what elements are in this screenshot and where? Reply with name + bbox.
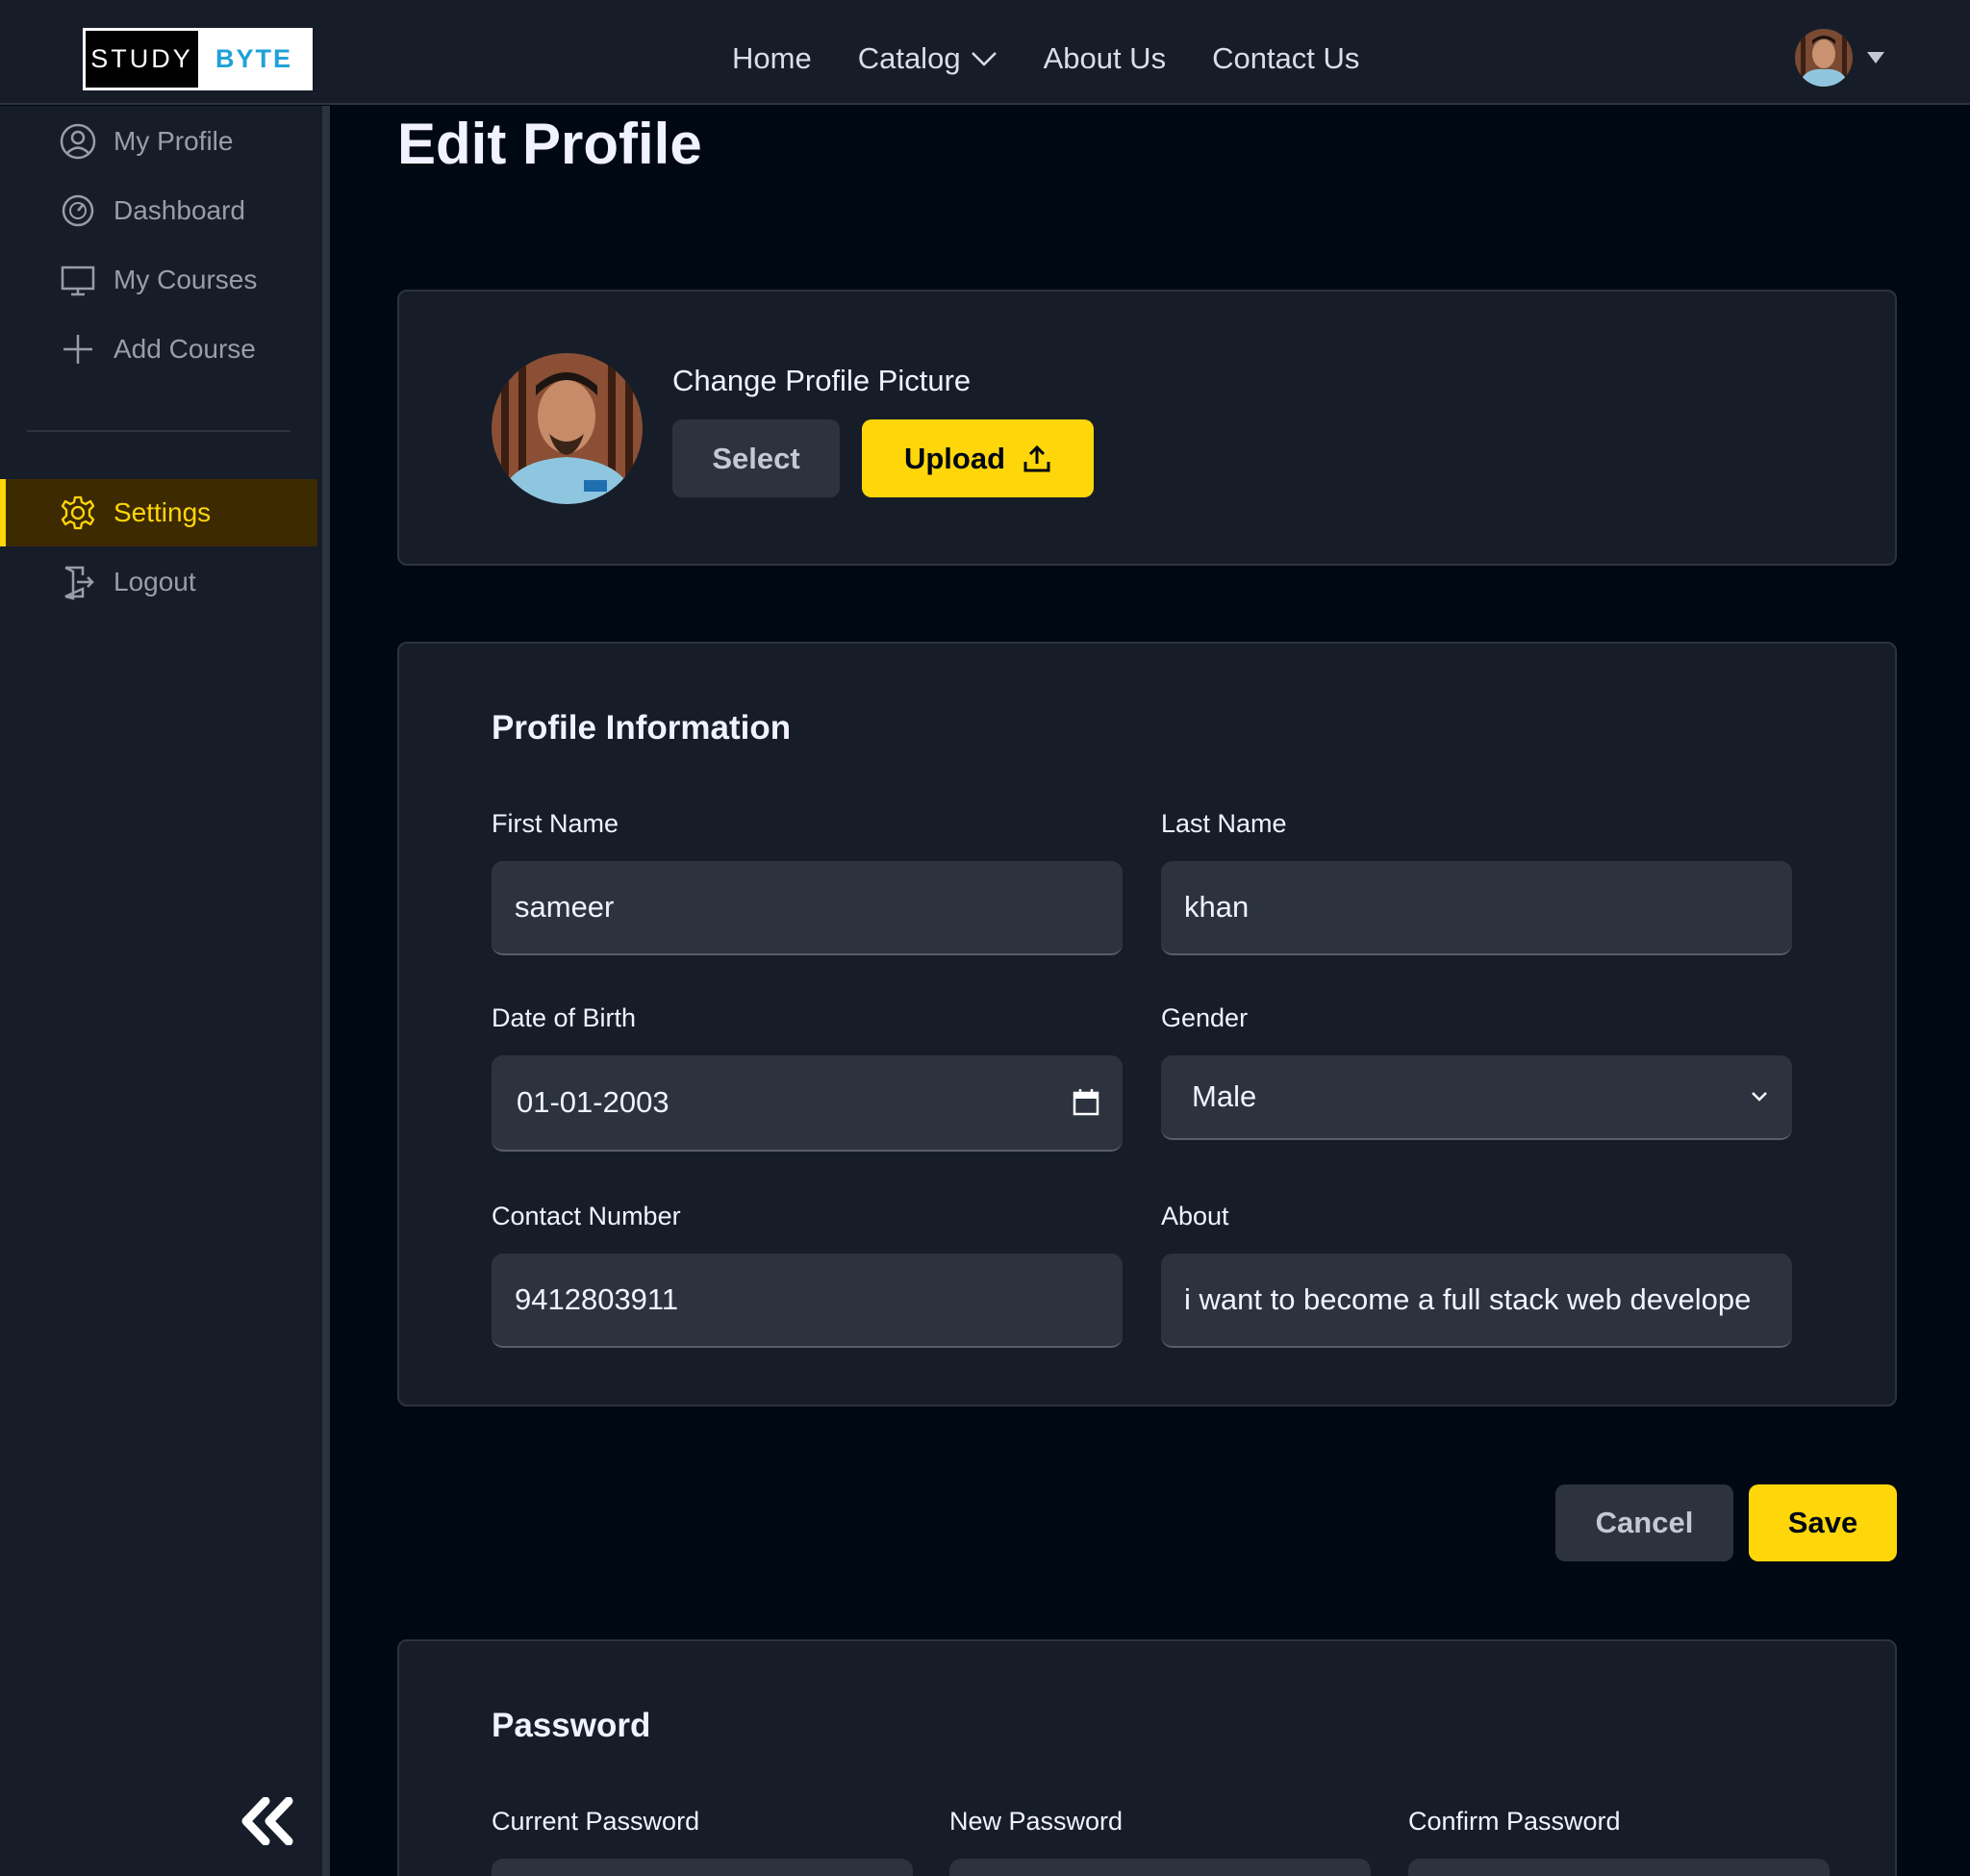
logout-icon — [64, 566, 94, 600]
avatar — [1795, 29, 1853, 87]
sidebar-item-label: Dashboard — [114, 195, 245, 225]
current-password-input[interactable] — [492, 1859, 913, 1876]
sidebar-item-my-profile[interactable]: My Profile — [0, 108, 317, 175]
gender-select[interactable]: Male — [1161, 1055, 1792, 1140]
select-button[interactable]: Select — [672, 419, 840, 497]
dob-value: 01-01-2003 — [517, 1085, 669, 1119]
upload-button[interactable]: Upload — [862, 419, 1094, 497]
profile-picture-card: Change Profile Picture Select Upload — [397, 290, 1897, 566]
nav-links: Home Catalog About Us Contact Us — [732, 13, 1359, 105]
gender-select-trail — [1750, 1090, 1769, 1103]
page-title: Edit Profile — [397, 112, 702, 176]
dob-input[interactable]: 01-01-2003 — [492, 1055, 1123, 1152]
sidebar-edge — [324, 106, 330, 1876]
sidebar-item-dashboard[interactable]: Dashboard — [0, 177, 317, 244]
confirm-password-label: Confirm Password — [1408, 1807, 1621, 1836]
gender-label: Gender — [1161, 1003, 1249, 1032]
calendar-icon — [1073, 1089, 1099, 1116]
nav-about[interactable]: About Us — [1044, 41, 1167, 76]
profile-information-card: Profile Information First Name sameer La… — [397, 642, 1897, 1407]
upload-button-label: Upload — [903, 441, 1006, 475]
calendar-button[interactable] — [1073, 1088, 1099, 1117]
upload-icon — [1023, 444, 1050, 471]
gender-value: Male — [1192, 1079, 1257, 1113]
logo[interactable]: STUDY BYTE — [83, 28, 313, 90]
password-title: Password — [492, 1707, 651, 1744]
nav-contact[interactable]: Contact Us — [1212, 41, 1359, 76]
double-chevron-left-icon — [241, 1796, 293, 1846]
new-password-input[interactable] — [949, 1859, 1371, 1876]
last-name-input[interactable]: khan — [1161, 861, 1792, 955]
sidebar-item-label: My Profile — [114, 126, 234, 156]
first-name-label: First Name — [492, 809, 619, 838]
sidebar-item-label: My Courses — [114, 265, 258, 294]
monitor-icon — [61, 266, 95, 296]
sidebar-item-my-courses[interactable]: My Courses — [0, 246, 317, 314]
sidebar-item-logout[interactable]: Logout — [0, 548, 317, 616]
logo-part-study: STUDY — [86, 31, 198, 88]
last-name-label: Last Name — [1161, 809, 1287, 838]
navbar: STUDY BYTE Home Catalog About Us Contact… — [0, 13, 1970, 105]
cancel-button[interactable]: Cancel — [1555, 1484, 1733, 1561]
chevron-down-icon — [1752, 1092, 1767, 1102]
collapse-sidebar-button[interactable] — [239, 1796, 296, 1850]
current-password-label: Current Password — [492, 1807, 700, 1836]
dob-label: Date of Birth — [492, 1003, 637, 1032]
logo-part-byte: BYTE — [215, 44, 292, 73]
sidebar-item-label: Add Course — [114, 334, 256, 364]
confirm-password-input[interactable] — [1408, 1859, 1830, 1876]
sidebar-item-label: Logout — [114, 567, 196, 596]
user-menu[interactable] — [1795, 29, 1885, 87]
profile-avatar — [492, 353, 643, 504]
new-password-label: New Password — [949, 1807, 1124, 1836]
plus-icon — [63, 335, 92, 364]
user-circle-icon — [60, 123, 96, 160]
gauge-icon — [62, 194, 94, 227]
about-input[interactable]: i want to become a full stack web develo… — [1161, 1254, 1792, 1348]
password-card: Password Current Password New Password C… — [397, 1639, 1897, 1876]
about-value: i want to become a full stack web develo… — [1184, 1282, 1752, 1316]
contact-input[interactable]: 9412803911 — [492, 1254, 1123, 1348]
change-picture-label: Change Profile Picture — [672, 364, 972, 397]
nav-catalog[interactable]: Catalog — [858, 41, 998, 76]
chevron-down-icon — [971, 52, 997, 66]
sidebar-item-label: Settings — [114, 497, 212, 527]
last-name-value: khan — [1184, 890, 1250, 924]
contact-label: Contact Number — [492, 1202, 681, 1230]
about-label: About — [1161, 1202, 1229, 1230]
first-name-input[interactable]: sameer — [492, 861, 1123, 955]
gear-icon — [61, 495, 95, 530]
first-name-value: sameer — [515, 890, 615, 924]
sidebar: My Profile Dashboard My Courses Add Cour… — [0, 106, 330, 1876]
section-title: Profile Information — [492, 709, 792, 747]
nav-home[interactable]: Home — [732, 41, 812, 76]
top-strip — [0, 0, 1970, 13]
sidebar-item-settings[interactable]: Settings — [0, 479, 317, 546]
sidebar-separator — [27, 430, 290, 432]
contact-value: 9412803911 — [515, 1282, 679, 1316]
caret-down-icon — [1867, 52, 1884, 63]
sidebar-item-add-course[interactable]: Add Course — [0, 316, 317, 383]
nav-catalog-label: Catalog — [857, 41, 961, 75]
save-button[interactable]: Save — [1749, 1484, 1897, 1561]
